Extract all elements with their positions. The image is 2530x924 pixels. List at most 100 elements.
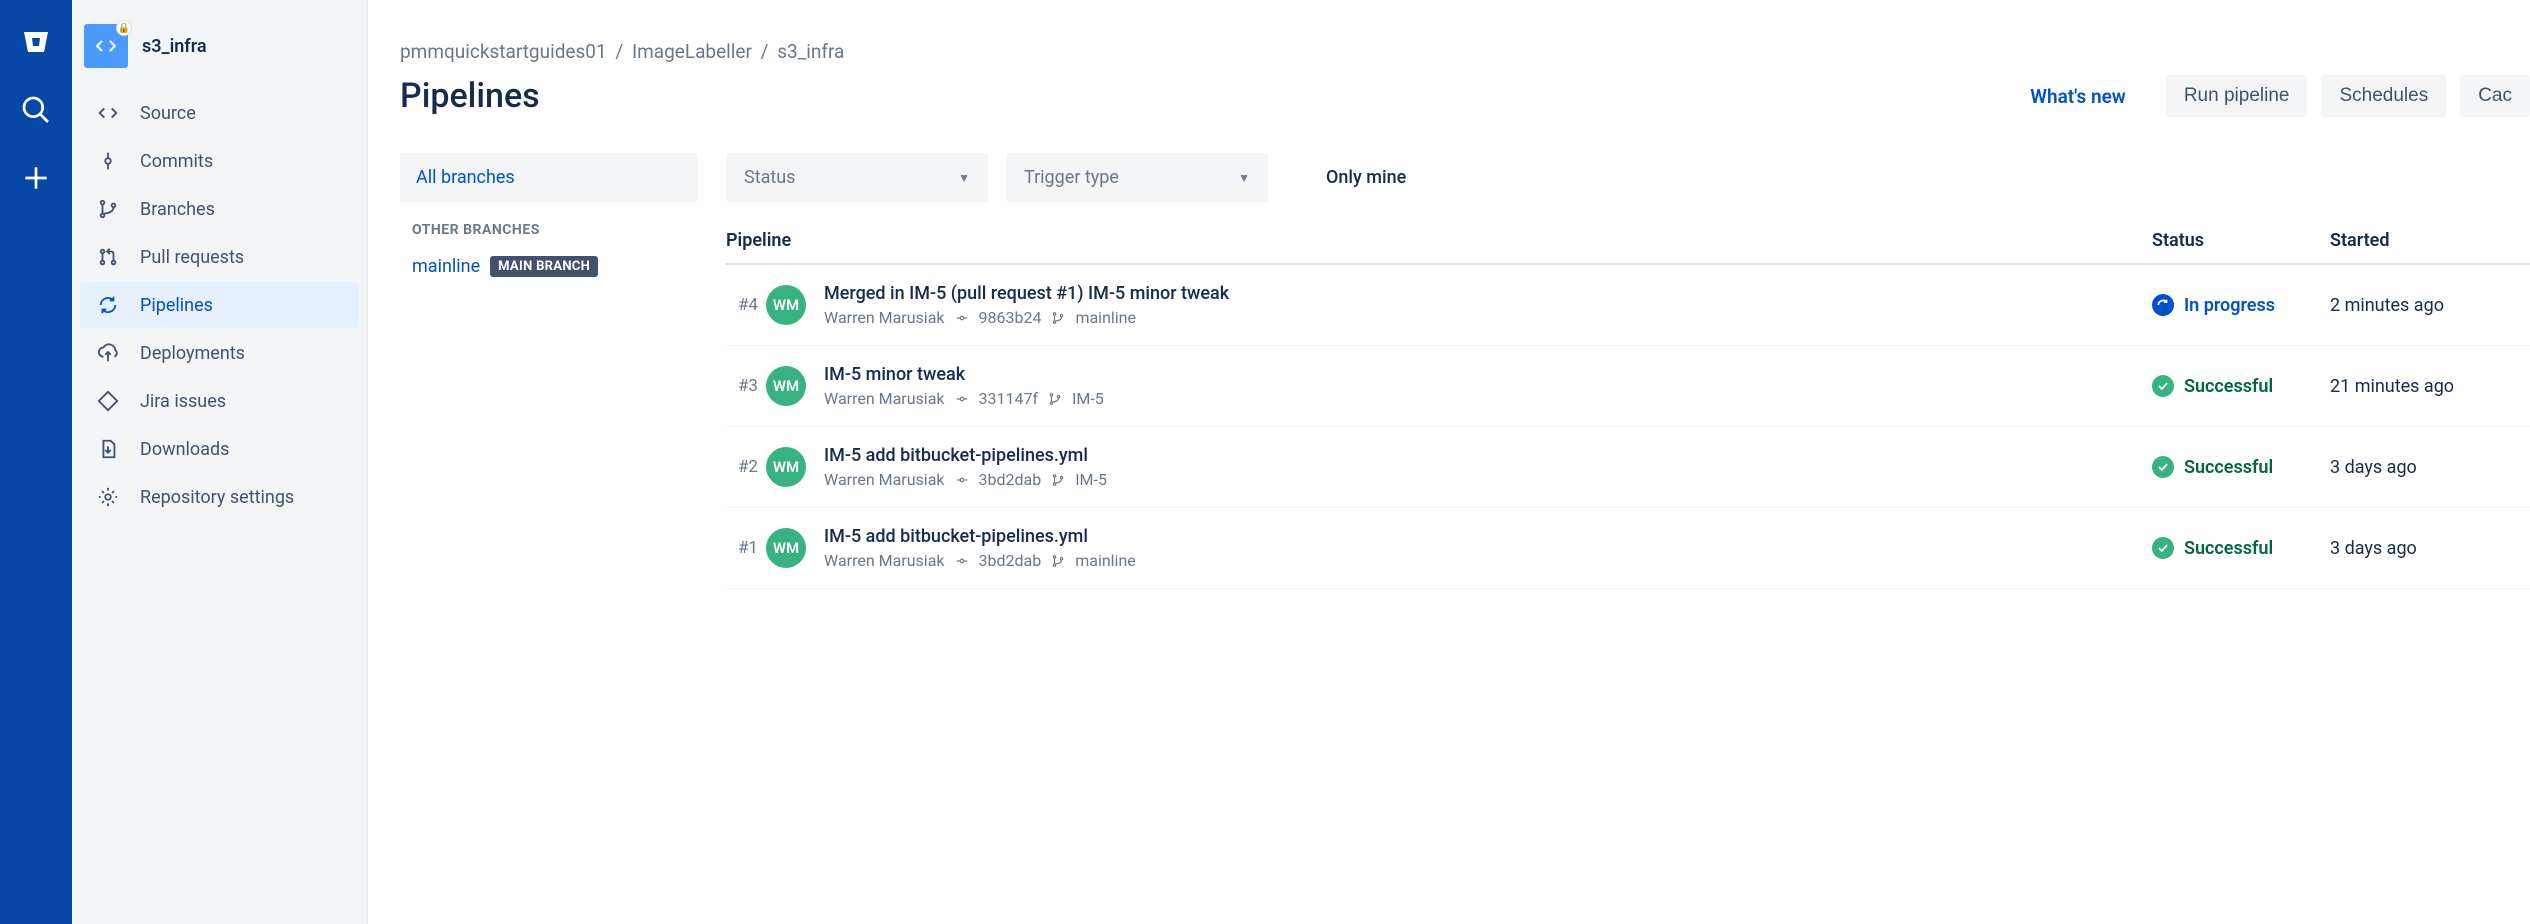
sidebar-item-commits[interactable]: Commits: [80, 138, 359, 184]
branch-icon: [1051, 554, 1065, 568]
status-cell: In progress: [2152, 294, 2330, 316]
deployments-icon: [96, 342, 120, 364]
sidebar-item-label: Downloads: [140, 439, 229, 460]
commits-icon: [96, 150, 120, 172]
table-row[interactable]: #4WMMerged in IM-5 (pull request #1) IM-…: [726, 265, 2530, 346]
branches-icon: [96, 198, 120, 220]
avatar: WM: [766, 366, 806, 406]
trigger-type-filter-select[interactable]: Trigger type ▼: [1006, 153, 1268, 202]
commit-icon: [955, 554, 969, 568]
sidebar-item-pull-requests[interactable]: Pull requests: [80, 234, 359, 280]
gear-icon: [96, 486, 120, 508]
success-icon: [2152, 537, 2174, 559]
commit-hash: 3bd2dab: [979, 551, 1042, 570]
started-cell: 21 minutes ago: [2330, 376, 2530, 397]
status-cell: Successful: [2152, 375, 2330, 397]
breadcrumb-repo[interactable]: s3_infra: [777, 40, 844, 63]
col-header-status: Status: [2152, 230, 2330, 251]
pipeline-number: #1: [726, 538, 766, 558]
branch-icon: [1051, 473, 1065, 487]
branch-icon: [1051, 311, 1065, 325]
success-icon: [2152, 375, 2174, 397]
pipeline-meta: Warren Marusiak 331147f IM-5: [824, 389, 2152, 408]
success-icon: [2152, 456, 2174, 478]
repo-name: s3_infra: [142, 36, 207, 57]
search-icon[interactable]: [16, 90, 56, 130]
global-nav-rail: [0, 0, 72, 924]
author: Warren Marusiak: [824, 470, 945, 489]
bitbucket-logo-icon[interactable]: [16, 22, 56, 62]
source-icon: [96, 102, 120, 124]
status-filter-select[interactable]: Status ▼: [726, 153, 988, 202]
repo-avatar-icon: 🔒: [84, 24, 128, 68]
jira-icon: [96, 390, 120, 412]
branch-name: IM-5: [1072, 389, 1104, 408]
breadcrumb-org[interactable]: pmmquickstartguides01: [400, 40, 607, 63]
sidebar-item-deployments[interactable]: Deployments: [80, 330, 359, 376]
all-branches-tab[interactable]: All branches: [400, 153, 698, 202]
status-label: Successful: [2184, 538, 2273, 559]
author: Warren Marusiak: [824, 389, 945, 408]
schedules-button[interactable]: Schedules: [2321, 75, 2446, 117]
sidebar-item-jira-issues[interactable]: Jira issues: [80, 378, 359, 424]
author: Warren Marusiak: [824, 308, 945, 327]
commit-hash: 331147f: [979, 389, 1039, 408]
sidebar-item-source[interactable]: Source: [80, 90, 359, 136]
only-mine-toggle-label[interactable]: Only mine: [1326, 167, 1406, 188]
breadcrumb: pmmquickstartguides01 / ImageLabeller / …: [400, 40, 2530, 63]
branch-icon: [1048, 392, 1062, 406]
repo-header[interactable]: 🔒 s3_infra: [84, 24, 359, 88]
branch-row-mainline[interactable]: mainline MAIN BRANCH: [400, 248, 698, 285]
whats-new-link[interactable]: What's new: [2030, 85, 2126, 108]
sidebar-item-label: Repository settings: [140, 487, 294, 508]
pipeline-title: IM-5 minor tweak: [824, 364, 2152, 385]
commit-icon: [955, 311, 969, 325]
create-icon[interactable]: [16, 158, 56, 198]
pipeline-info: Merged in IM-5 (pull request #1) IM-5 mi…: [824, 283, 2152, 327]
table-row[interactable]: #2WM IM-5 add bitbucket-pipelines.yml Warr…: [726, 427, 2530, 508]
started-cell: 3 days ago: [2330, 538, 2530, 559]
chevron-down-icon: ▼: [958, 171, 970, 185]
pipeline-title: IM-5 add bitbucket-pipelines.yml: [824, 526, 2152, 547]
pipeline-meta: Warren Marusiak9863b24mainline: [824, 308, 2152, 327]
pull-requests-icon: [96, 246, 120, 268]
sidebar-item-downloads[interactable]: Downloads: [80, 426, 359, 472]
repo-sidebar: 🔒 s3_infra Source Commits Branches Pull …: [72, 0, 368, 924]
started-cell: 2 minutes ago: [2330, 295, 2530, 316]
avatar: WM: [766, 285, 806, 325]
downloads-icon: [96, 438, 120, 460]
branch-panel: All branches OTHER BRANCHES mainline MAI…: [400, 153, 698, 589]
commit-icon: [955, 392, 969, 406]
started-cell: 3 days ago: [2330, 457, 2530, 478]
sidebar-item-label: Branches: [140, 199, 215, 220]
run-pipeline-button[interactable]: Run pipeline: [2166, 75, 2308, 117]
sidebar-item-branches[interactable]: Branches: [80, 186, 359, 232]
pipeline-meta: Warren Marusiak 3bd2dab mainline: [824, 551, 2152, 570]
avatar: WM: [766, 447, 806, 487]
breadcrumb-project[interactable]: ImageLabeller: [632, 40, 752, 63]
sidebar-item-label: Source: [140, 103, 196, 124]
branch-name: mainline: [1075, 551, 1136, 570]
pipeline-title: Merged in IM-5 (pull request #1) IM-5 mi…: [824, 283, 2152, 304]
col-header-pipeline: Pipeline: [726, 230, 2152, 251]
avatar: WM: [766, 528, 806, 568]
sidebar-item-pipelines[interactable]: Pipelines: [80, 282, 359, 328]
table-row[interactable]: #3WM IM-5 minor tweak Warren Marusiak 33114…: [726, 346, 2530, 427]
table-header: Pipeline Status Started: [726, 230, 2530, 265]
caches-button[interactable]: Cac: [2460, 75, 2530, 117]
branch-section-label: OTHER BRANCHES: [400, 202, 698, 248]
pipeline-info: IM-5 add bitbucket-pipelines.yml Warren M…: [824, 445, 2152, 489]
sidebar-item-label: Deployments: [140, 343, 245, 364]
pipeline-title: IM-5 add bitbucket-pipelines.yml: [824, 445, 2152, 466]
author: Warren Marusiak: [824, 551, 945, 570]
chevron-down-icon: ▼: [1238, 171, 1250, 185]
commit-icon: [955, 473, 969, 487]
pipeline-number: #2: [726, 457, 766, 477]
sidebar-item-settings[interactable]: Repository settings: [80, 474, 359, 520]
pipeline-number: #3: [726, 376, 766, 396]
status-label: Successful: [2184, 376, 2273, 397]
status-label: In progress: [2184, 295, 2275, 316]
branch-link: mainline: [412, 256, 480, 277]
sidebar-item-label: Pull requests: [140, 247, 244, 268]
table-row[interactable]: #1WM IM-5 add bitbucket-pipelines.yml Warr…: [726, 508, 2530, 589]
